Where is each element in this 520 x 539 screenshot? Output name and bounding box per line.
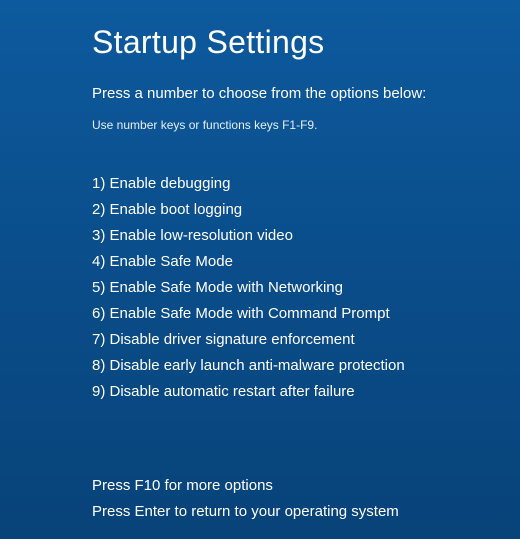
option-label: Enable boot logging (110, 201, 243, 218)
option-number: 7) (92, 331, 105, 348)
option-label: Enable Safe Mode (110, 253, 233, 270)
option-label: Disable early launch anti-malware protec… (110, 357, 405, 374)
option-number: 8) (92, 357, 105, 374)
option-enable-low-resolution-video[interactable]: 3) Enable low-resolution video (92, 224, 520, 248)
boot-options-list: 1) Enable debugging 2) Enable boot loggi… (92, 172, 520, 404)
page-title: Startup Settings (92, 24, 520, 61)
option-disable-automatic-restart[interactable]: 9) Disable automatic restart after failu… (92, 380, 520, 404)
option-label: Enable Safe Mode with Command Prompt (110, 305, 390, 322)
option-enable-safe-mode-command-prompt[interactable]: 6) Enable Safe Mode with Command Prompt (92, 302, 520, 326)
return-hint: Press Enter to return to your operating … (92, 500, 520, 524)
option-number: 4) (92, 253, 105, 270)
option-enable-safe-mode[interactable]: 4) Enable Safe Mode (92, 250, 520, 274)
option-number: 3) (92, 227, 105, 244)
option-number: 9) (92, 383, 105, 400)
option-label: Enable low-resolution video (110, 227, 293, 244)
option-disable-early-launch-anti-malware[interactable]: 8) Disable early launch anti-malware pro… (92, 354, 520, 378)
option-enable-safe-mode-networking[interactable]: 5) Enable Safe Mode with Networking (92, 276, 520, 300)
instruction-text: Press a number to choose from the option… (92, 85, 520, 102)
option-number: 2) (92, 201, 105, 218)
option-label: Disable driver signature enforcement (110, 331, 355, 348)
option-enable-boot-logging[interactable]: 2) Enable boot logging (92, 198, 520, 222)
option-disable-driver-signature-enforcement[interactable]: 7) Disable driver signature enforcement (92, 328, 520, 352)
option-number: 6) (92, 305, 105, 322)
option-number: 5) (92, 279, 105, 296)
option-enable-debugging[interactable]: 1) Enable debugging (92, 172, 520, 196)
keys-hint: Use number keys or functions keys F1-F9. (92, 118, 520, 132)
option-number: 1) (92, 175, 105, 192)
option-label: Enable Safe Mode with Networking (110, 279, 343, 296)
more-options-hint: Press F10 for more options (92, 474, 520, 498)
option-label: Enable debugging (110, 175, 231, 192)
option-label: Disable automatic restart after failure (110, 383, 355, 400)
